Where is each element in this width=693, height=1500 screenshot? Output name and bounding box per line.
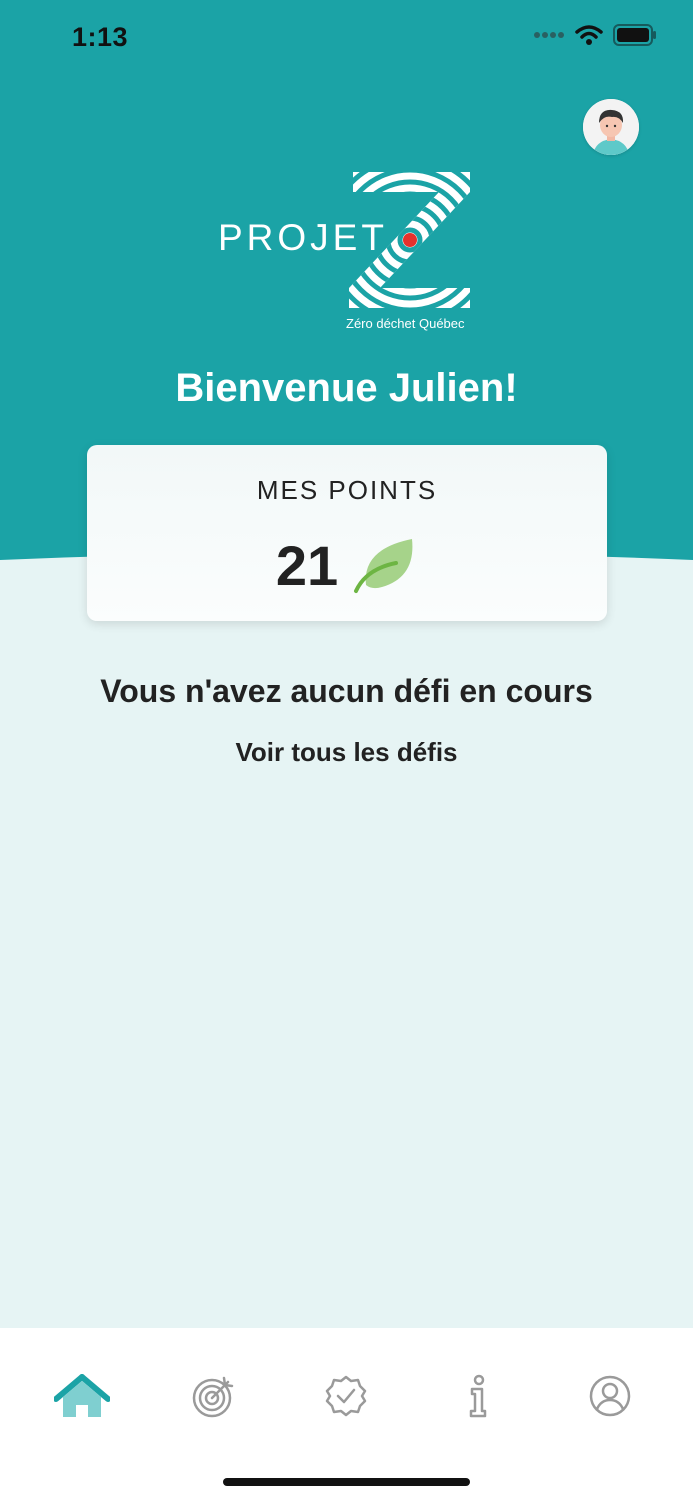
projet-z-logo: PROJET Zéro déchet Québec [215, 170, 480, 340]
tab-profile[interactable] [575, 1361, 645, 1431]
avatar-image [583, 99, 639, 155]
logo-tagline: Zéro déchet Québec [346, 316, 465, 331]
see-all-challenges-link[interactable]: Voir tous les défis [0, 737, 693, 768]
avatar[interactable] [583, 99, 639, 155]
tab-bar [0, 1328, 693, 1500]
home-icon [54, 1374, 110, 1417]
battery-icon [613, 24, 656, 46]
points-label: MES POINTS [256, 475, 438, 505]
points-card: MES POINTS 21 [87, 445, 607, 621]
signal-icon [534, 32, 564, 38]
badge-check-icon [325, 1375, 367, 1417]
status-time: 1:13 [72, 22, 129, 52]
points-value: 21 [275, 534, 339, 597]
tab-achievements[interactable] [311, 1361, 381, 1431]
tab-challenges[interactable] [179, 1361, 249, 1431]
leaf-icon [354, 538, 413, 593]
target-icon [192, 1376, 234, 1418]
tab-info[interactable] [443, 1361, 513, 1431]
points-row: 21 [87, 533, 607, 598]
wifi-icon [575, 25, 603, 45]
status-icons [533, 24, 657, 46]
logo-wordmark: PROJET [218, 217, 388, 258]
welcome-title: Bienvenue Julien! [175, 366, 518, 410]
no-challenges-message: Vous n'avez aucun défi en cours [100, 673, 593, 709]
user-circle-icon [589, 1375, 631, 1417]
home-indicator [223, 1478, 470, 1486]
info-icon [469, 1374, 487, 1418]
tab-home[interactable] [47, 1361, 117, 1431]
